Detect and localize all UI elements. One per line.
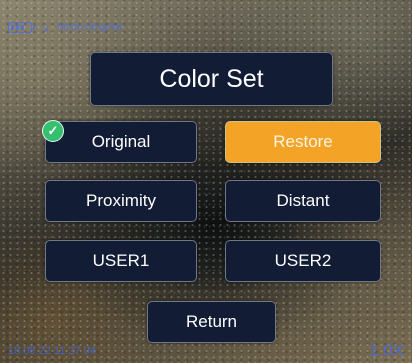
check-icon: ✓ bbox=[42, 120, 64, 142]
status-bar: ↘ Mode:Original bbox=[8, 20, 122, 34]
original-button[interactable]: Original bbox=[45, 121, 197, 163]
mode-label: Mode:Original bbox=[57, 21, 123, 33]
wifi-icon: ↘ bbox=[40, 21, 50, 34]
menu-title: Color Set bbox=[90, 52, 333, 106]
distant-button[interactable]: Distant bbox=[225, 180, 381, 222]
proximity-button[interactable]: Proximity bbox=[45, 180, 197, 222]
user2-button[interactable]: USER2 bbox=[225, 240, 381, 282]
restore-button[interactable]: Restore bbox=[225, 121, 381, 163]
user1-button[interactable]: USER1 bbox=[45, 240, 197, 282]
zoom-readout: 1.0X bbox=[369, 341, 404, 360]
datetime-readout: 18 08 22 11 27 04 bbox=[8, 345, 96, 357]
return-button[interactable]: Return bbox=[147, 301, 276, 343]
battery-icon bbox=[8, 21, 35, 33]
